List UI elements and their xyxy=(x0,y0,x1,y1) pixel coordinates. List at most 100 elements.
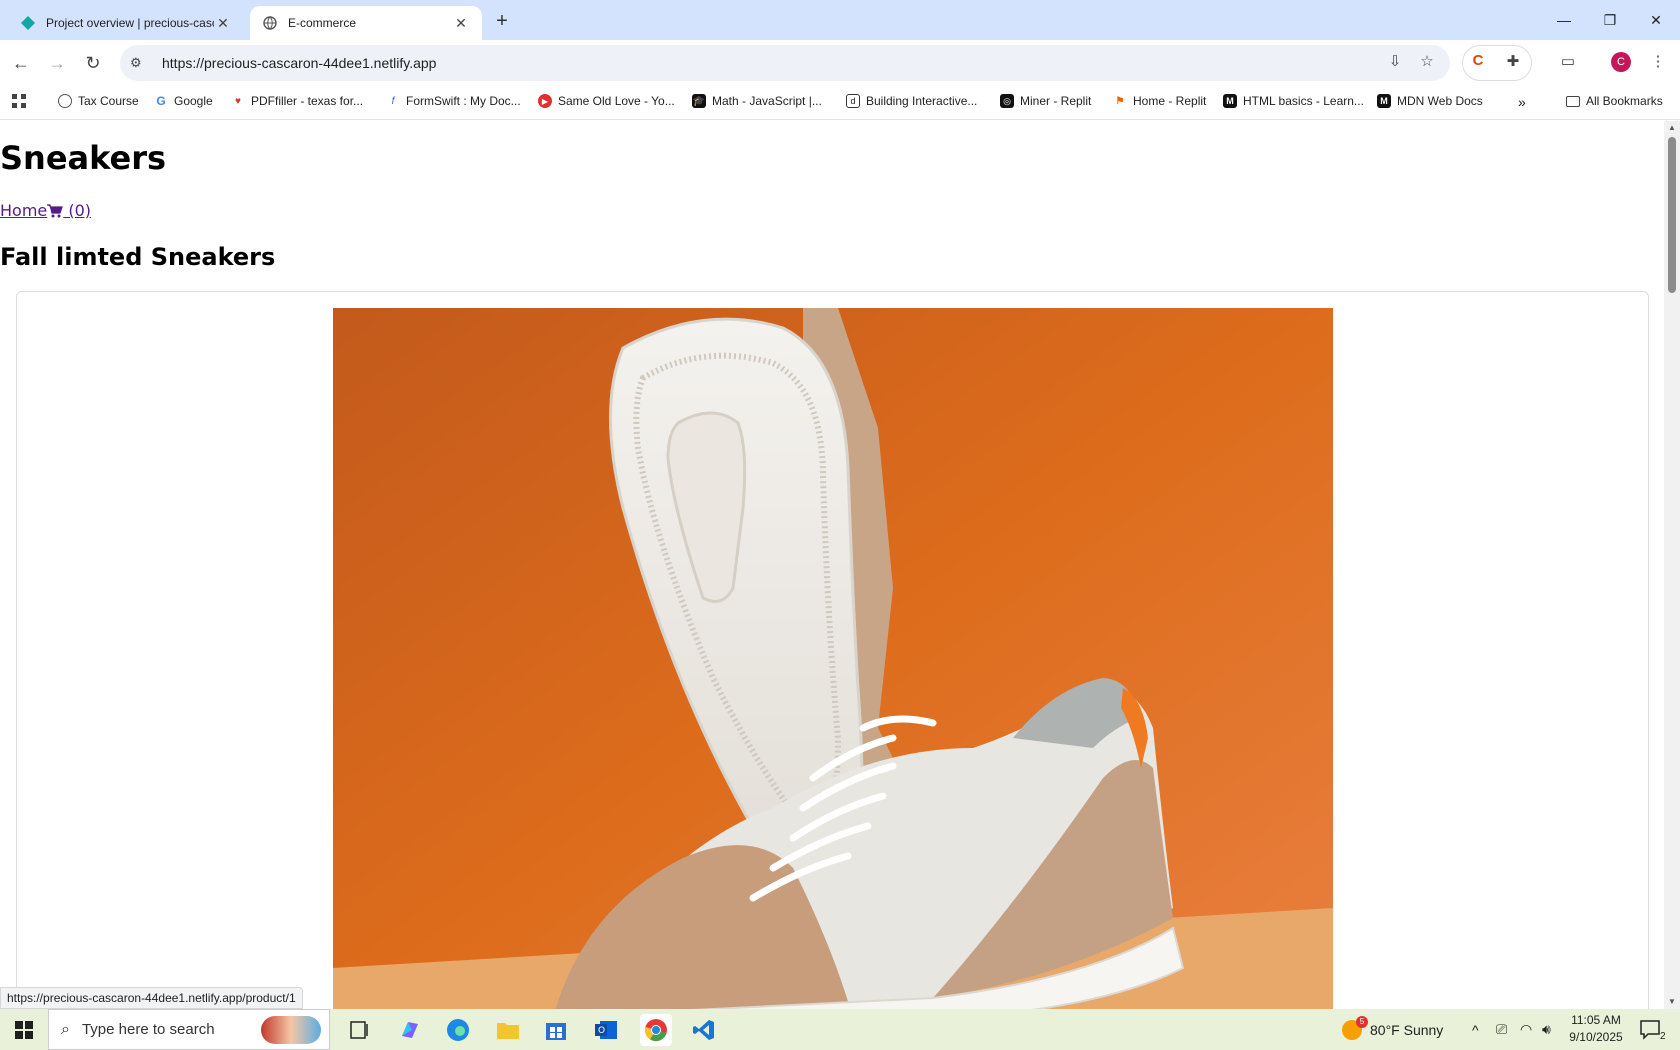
browser-toolbar: ← → ↻ ⚙ https://precious-cascaron-44dee1… xyxy=(0,40,1680,86)
folder-icon xyxy=(1566,95,1580,107)
volume-icon[interactable]: 🔊︎ xyxy=(1542,1009,1551,1050)
tab-project-overview[interactable]: Project overview | precious-cascaron ✕ xyxy=(8,6,244,40)
edge-icon[interactable] xyxy=(442,1014,474,1046)
bookmark-label: MDN Web Docs xyxy=(1397,94,1483,108)
meet-icon[interactable]: ⎚ xyxy=(1496,1009,1507,1050)
clock-time: 11:05 AM xyxy=(1571,1013,1621,1027)
weather-text: 80°F Sunny xyxy=(1370,1021,1444,1038)
scroll-down-icon[interactable]: ▼ xyxy=(1668,997,1676,1006)
reload-button[interactable]: ↻ xyxy=(80,50,106,76)
system-clock[interactable]: 11:05 AM 9/10/2025 xyxy=(1556,1012,1636,1046)
youtube-icon: ▶ xyxy=(538,94,552,108)
bookmark-youtube[interactable]: ▶ Same Old Love - Yo... xyxy=(538,94,675,108)
scroll-thumb[interactable] xyxy=(1668,137,1676,293)
bookmark-building-interactive[interactable]: d Building Interactive... xyxy=(846,94,977,108)
bookmark-label: Math - JavaScript |... xyxy=(712,94,822,108)
scroll-up-icon[interactable]: ▲ xyxy=(1668,123,1676,132)
bookmark-tax-course[interactable]: Tax Course xyxy=(58,94,139,108)
wifi-icon[interactable]: ◠ xyxy=(1520,1009,1532,1050)
bookmark-mdn[interactable]: M MDN Web Docs xyxy=(1377,94,1483,108)
bookmark-label: All Bookmarks xyxy=(1586,94,1663,108)
sun-icon: 5 xyxy=(1342,1015,1368,1040)
netlify-icon xyxy=(20,15,36,31)
site-info-icon[interactable]: ⚙ xyxy=(130,55,150,71)
page-scrollbar[interactable]: ▲ ▼ xyxy=(1664,121,1680,1009)
tab-ecommerce[interactable]: E-commerce ✕ xyxy=(250,6,482,40)
bookmark-star-icon[interactable]: ☆ xyxy=(1416,52,1438,74)
tab-strip: Project overview | precious-cascaron ✕ E… xyxy=(0,0,1680,40)
section-title: Fall limted Sneakers xyxy=(0,243,276,271)
vscode-icon[interactable] xyxy=(688,1014,720,1046)
address-bar[interactable]: ⚙ https://precious-cascaron-44dee1.netli… xyxy=(120,45,1450,81)
cart-count: (0) xyxy=(63,201,91,220)
cart-link[interactable]: (0) xyxy=(47,201,91,220)
new-tab-button[interactable]: + xyxy=(490,10,514,34)
bookmark-pdffiller[interactable]: ♥ PDFfiller - texas for... xyxy=(231,94,363,108)
bookmark-label: Google xyxy=(174,94,213,108)
bookmark-home-replit[interactable]: ⚑ Home - Replit xyxy=(1113,94,1207,108)
minimize-button[interactable]: — xyxy=(1540,0,1588,40)
product-image[interactable] xyxy=(333,308,1333,1009)
restore-button[interactable]: ❐ xyxy=(1586,0,1634,40)
status-url: https://precious-cascaron-44dee1.netlify… xyxy=(0,987,303,1009)
menu-dots-icon[interactable]: ⋮ xyxy=(1647,52,1669,74)
outlook-icon[interactable]: O xyxy=(590,1014,622,1046)
bookmarks-bar: Tax Course G Google ♥ PDFfiller - texas … xyxy=(0,86,1680,120)
all-bookmarks-folder[interactable]: All Bookmarks xyxy=(1566,94,1663,108)
home-link[interactable]: Home xyxy=(0,201,47,220)
bookmark-label: Same Old Love - Yo... xyxy=(558,94,675,108)
mdn-icon: M xyxy=(1223,94,1237,108)
weather-badge: 5 xyxy=(1356,1015,1368,1028)
cart-icon xyxy=(47,203,64,222)
notification-count: 2 xyxy=(1660,1031,1666,1042)
back-button[interactable]: ← xyxy=(8,50,34,76)
store-icon[interactable] xyxy=(540,1014,572,1046)
chrome-icon[interactable] xyxy=(640,1014,672,1046)
bookmark-google[interactable]: G Google xyxy=(154,94,213,108)
pdffiller-icon: ♥ xyxy=(235,95,241,107)
file-explorer-icon[interactable] xyxy=(492,1014,524,1046)
bookmark-label: Building Interactive... xyxy=(866,94,978,108)
close-window-button[interactable]: ✕ xyxy=(1632,0,1680,40)
copilot-icon[interactable] xyxy=(394,1014,426,1046)
side-panel-icon[interactable]: ▭ xyxy=(1557,52,1579,74)
weather-widget[interactable]: 5 80°F Sunny xyxy=(1342,1009,1443,1050)
globe-icon xyxy=(58,94,72,108)
bookmark-miner-replit[interactable]: ◎ Miner - Replit xyxy=(1000,94,1091,108)
search-highlight-icon xyxy=(261,1016,321,1044)
bookmark-label: Home - Replit xyxy=(1133,94,1207,108)
install-app-icon[interactable]: ⇩ xyxy=(1384,52,1406,74)
forward-button[interactable]: → xyxy=(44,50,70,76)
close-tab-icon[interactable]: ✕ xyxy=(214,14,232,32)
bookmark-formswift[interactable]: f FormSwift : My Doc... xyxy=(386,94,521,108)
extension-icon[interactable]: C xyxy=(1467,52,1489,74)
replit-icon: ◎ xyxy=(1000,94,1014,108)
bookmark-html-basics[interactable]: M HTML basics - Learn... xyxy=(1223,94,1364,108)
bookmark-label: PDFfiller - texas for... xyxy=(251,94,364,108)
page-title: Sneakers xyxy=(0,139,167,177)
search-placeholder: Type here to search xyxy=(81,1021,215,1038)
doc-icon: d xyxy=(846,94,860,108)
start-button[interactable] xyxy=(0,1009,48,1050)
globe-icon xyxy=(262,15,278,31)
mdn-icon: M xyxy=(1377,94,1391,108)
web-page: Sneakers Home (0) Fall limted Sneakers xyxy=(0,121,1664,1009)
bookmark-label: HTML basics - Learn... xyxy=(1243,94,1364,108)
search-icon: ⌕ xyxy=(61,1020,70,1038)
taskbar-search[interactable]: ⌕ Type here to search xyxy=(48,1009,330,1050)
graduation-cap-icon: 🎓 xyxy=(692,94,706,108)
site-nav: Home (0) xyxy=(0,201,91,222)
more-bookmarks-icon[interactable]: » xyxy=(1518,94,1526,110)
bookmark-math-js[interactable]: 🎓 Math - JavaScript |... xyxy=(692,94,822,108)
svg-text:O: O xyxy=(598,1026,605,1036)
show-hidden-icons[interactable]: ^ xyxy=(1472,1009,1479,1050)
notifications-icon[interactable]: 2 xyxy=(1640,1009,1666,1050)
bookmark-label: FormSwift : My Doc... xyxy=(406,94,521,108)
clock-date: 9/10/2025 xyxy=(1569,1030,1623,1044)
apps-grid-icon[interactable] xyxy=(12,94,26,108)
tab-title: Project overview | precious-cascaron xyxy=(46,16,214,30)
avatar[interactable]: C xyxy=(1611,52,1631,72)
task-view-icon[interactable] xyxy=(344,1014,376,1046)
puzzle-icon[interactable]: ✚ xyxy=(1502,52,1524,74)
close-tab-icon[interactable]: ✕ xyxy=(452,14,470,32)
